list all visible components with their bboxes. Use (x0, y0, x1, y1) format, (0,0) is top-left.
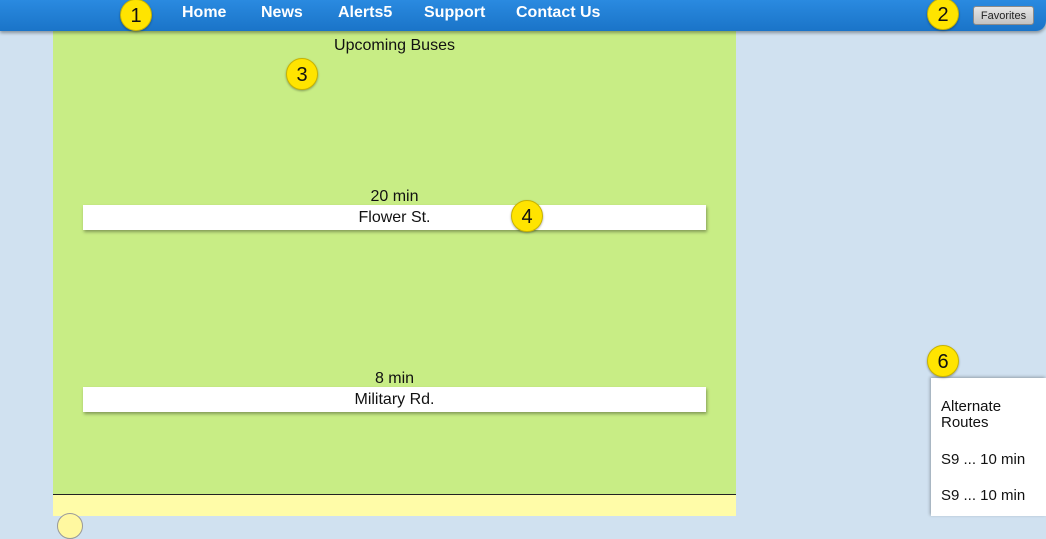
nav-home-link[interactable]: Home (182, 4, 226, 22)
alternate-routes-panel: Alternate Routes S9 ... 10 min S9 ... 10… (931, 378, 1046, 516)
upcoming-buses-panel: Upcoming Buses 20 min Flower St. 8 min M… (53, 31, 736, 494)
annotation-badge-4: 4 (511, 200, 543, 232)
nav-alerts-link[interactable]: Alerts5 (338, 4, 392, 22)
bus-eta: 20 min (370, 188, 419, 205)
upcoming-buses-title: Upcoming Buses (334, 37, 455, 54)
circle-icon (57, 513, 83, 539)
bottom-panel (53, 494, 736, 539)
annotation-badge-6: 6 (927, 345, 959, 377)
nav-news-link[interactable]: News (261, 4, 303, 22)
favorites-button[interactable]: Favorites (973, 6, 1034, 25)
nav-contact-link[interactable]: Contact Us (516, 4, 600, 22)
alternate-route-item[interactable]: S9 ... 10 min (941, 487, 1025, 504)
annotation-badge-1: 1 (120, 0, 152, 31)
top-navbar: Home News Alerts5 Support Contact Us Fav… (0, 0, 1046, 31)
alternate-route-item[interactable]: S9 ... 10 min (941, 451, 1025, 468)
bus-eta: 8 min (374, 370, 415, 387)
bus-stop-row[interactable]: Flower St. (83, 205, 706, 230)
alternate-routes-title: Alternate Routes (941, 398, 1002, 431)
bus-stop-row[interactable]: Military Rd. (83, 387, 706, 412)
nav-support-link[interactable]: Support (424, 4, 485, 22)
annotation-badge-3: 3 (286, 58, 318, 90)
